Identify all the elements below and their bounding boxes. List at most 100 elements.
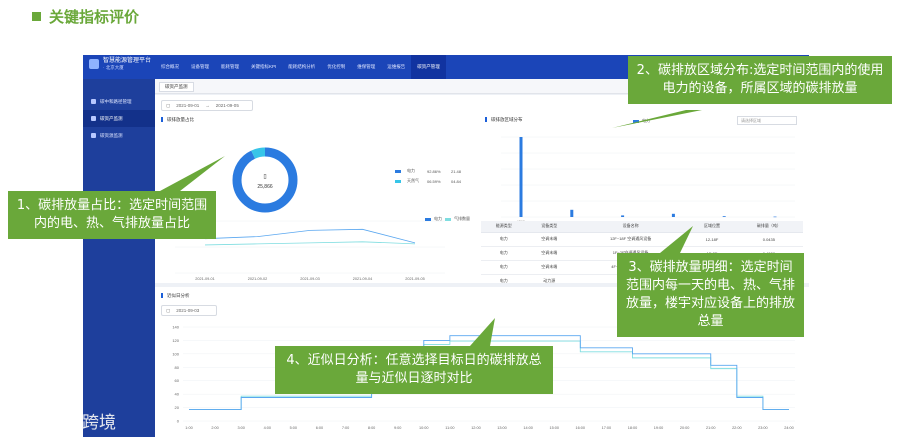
legend-swatch [445, 217, 451, 221]
compare-x-tick: 13:00 [497, 426, 507, 430]
table-cell: 电力 [481, 260, 527, 275]
tab-carbon-monitor[interactable]: 碳资产监测 [159, 82, 194, 92]
compare-x-tick: 6:00 [316, 426, 323, 430]
table-cell: 动力源 [526, 274, 572, 289]
table-cell: 空调末端 [526, 246, 572, 261]
compare-x-tick: 9:00 [394, 426, 401, 430]
date-to: 2021-09-05 [215, 103, 239, 108]
sidebar-item-1[interactable]: 碳资产监测 [83, 110, 155, 127]
compare-y-tick: 100 [172, 351, 179, 356]
sidebar-icon [91, 133, 96, 138]
region-bar [519, 137, 523, 217]
sidebar: 碳中和路径管理碳资产监测碳资源监测 [83, 79, 155, 437]
date-sep: → [205, 103, 210, 108]
compare-y-tick: 60 [175, 378, 180, 383]
sidebar-icon [91, 99, 96, 104]
compare-x-tick: 18:00 [628, 426, 638, 430]
compare-x-tick: 19:00 [654, 426, 664, 430]
top-nav: 综合概况 设备管理 能耗管理 关键指标KPI 能耗结构分析 优化控制 维保管理 运维报告 碳资产… [155, 55, 446, 79]
slide: 关键指标评价 智慧能源管理平台 · 北京大厦 综合概况 设备管理 能耗管理 关键指标K… [0, 0, 900, 437]
brand: 智慧能源管理平台 · 北京大厦 [89, 58, 151, 71]
compare-date: 2021-09-03 [176, 308, 200, 313]
trend-tick-label: 2021-09-01 [195, 277, 214, 281]
compare-title: 近似日分析 [161, 293, 190, 298]
compare-x-tick: 2:00 [211, 426, 218, 430]
trend-legend-label: 电力 [434, 216, 442, 221]
compare-x-tick: 15:00 [549, 426, 559, 430]
table-row[interactable]: 电力 空调末端 12F~18F 空调通风设备 12-18F 0.0435 [481, 232, 803, 247]
compare-x-tick: 1:00 [185, 426, 192, 430]
region-legend: 电力 [633, 118, 650, 124]
compare-date-picker[interactable]: ▢ 2021-09-03 [161, 305, 217, 316]
legend-swatch [395, 179, 401, 183]
pie-center-icon: ▯ [263, 174, 266, 180]
compare-x-tick: 16:00 [576, 426, 586, 430]
sidebar-icon [91, 116, 96, 121]
nav-item-2[interactable]: 能耗管理 [215, 55, 245, 79]
compare-x-tick: 20:00 [680, 426, 690, 430]
pie-legend: 电力 92.86% 21.48 天然气 06.59% 04.84 [395, 168, 469, 188]
table-header-cell: 能源类型 [481, 221, 527, 233]
compare-x-tick: 8:00 [368, 426, 375, 430]
table-cell: 电力 [481, 274, 527, 289]
compare-x-tick: 5:00 [290, 426, 297, 430]
date-from: 2021-09-01 [176, 103, 200, 108]
table-header-cell: 设备类型 [526, 221, 572, 233]
compare-y-tick: 40 [175, 392, 180, 397]
nav-item-0[interactable]: 综合概况 [155, 55, 185, 79]
nav-item-8[interactable]: 碳资产管理 [411, 55, 446, 79]
nav-item-4[interactable]: 能耗结构分析 [282, 55, 321, 79]
region-select[interactable]: 请选择区域 [737, 116, 797, 125]
pie-slice-electric [232, 147, 298, 213]
table-cell: 0.0435 [734, 232, 803, 247]
table-cell: 12F~18F 空调通风设备 [571, 232, 690, 247]
compare-y-tick: 120 [172, 338, 179, 343]
trend-tick-label: 2021-09-05 [405, 277, 424, 281]
compare-x-tick: 11:00 [445, 426, 454, 430]
sidebar-item-0[interactable]: 碳中和路径管理 [83, 93, 155, 110]
compare-x-tick: 12:00 [471, 426, 481, 430]
calendar-icon: ▢ [166, 307, 171, 313]
logo-icon [89, 59, 99, 69]
compare-y-tick: 140 [172, 325, 179, 330]
legend-swatch [633, 119, 639, 123]
callout-region: 2、碳排放区域分布:选定时间范围内的使用电力的设备，所属区域的碳排放量 [628, 56, 892, 104]
pie-center-value: 25,866 [257, 184, 273, 190]
pie-legend-name: 天然气 [407, 178, 419, 183]
callout-detail: 3、碳排放量明细：选定时间范围内每一天的电、热、气排放量，楼宇对应设备上的排放总… [617, 253, 804, 337]
compare-y-tick: 20 [175, 405, 180, 410]
table-cell: 空调末端 [526, 232, 572, 247]
compare-x-tick: 3:00 [237, 426, 244, 430]
sidebar-item-2[interactable]: 碳资源监测 [83, 127, 155, 144]
compare-x-tick: 4:00 [264, 426, 271, 430]
table-cell: 电力 [481, 246, 527, 261]
pie-legend-row: 电力 92.86% 21.48 [395, 168, 469, 174]
pie-legend-value: 04.84 [451, 178, 462, 184]
table-header-cell: 碳排量（吨） [734, 221, 803, 233]
region-bar [773, 216, 777, 218]
nav-item-6[interactable]: 维保管理 [351, 55, 381, 79]
compare-y-tick: 80 [175, 365, 180, 370]
bullet-square-icon [32, 12, 41, 21]
calendar-icon: ▢ [166, 102, 171, 108]
table-cell: 空调末端 [526, 260, 572, 275]
sidebar-item-label: 碳资产监测 [100, 115, 123, 121]
table-header-row: 能源类型 设备类型 设备名称 区域位置 碳排量（吨） [481, 221, 803, 233]
nav-item-1[interactable]: 设备管理 [185, 55, 215, 79]
trend-line-series_b [204, 241, 416, 246]
trend-tick-label: 2021-09-02 [248, 277, 267, 281]
nav-item-7[interactable]: 运维报告 [381, 55, 411, 79]
legend-swatch [395, 169, 401, 173]
pie-legend-row: 天然气 06.59% 04.84 [395, 178, 469, 184]
pie-legend-pct: 92.86% [427, 168, 441, 174]
trend-legend-label: 气排数量 [454, 216, 470, 221]
date-range-picker[interactable]: ▢ 2021-09-01 → 2021-09-05 [161, 100, 253, 111]
slide-title: 关键指标评价 [32, 6, 139, 27]
compare-x-tick: 22:00 [732, 426, 742, 430]
nav-item-5[interactable]: 优化控制 [321, 55, 351, 79]
nav-item-3[interactable]: 关键指标KPI [245, 55, 282, 79]
brand-name: 智慧能源管理平台 [103, 58, 152, 64]
legend-swatch [425, 217, 431, 221]
compare-y-tick: 0 [177, 419, 180, 424]
callout-pie: 1、碳排放量占比：选定时间范围内的电、热、气排放量占比 [8, 191, 216, 239]
